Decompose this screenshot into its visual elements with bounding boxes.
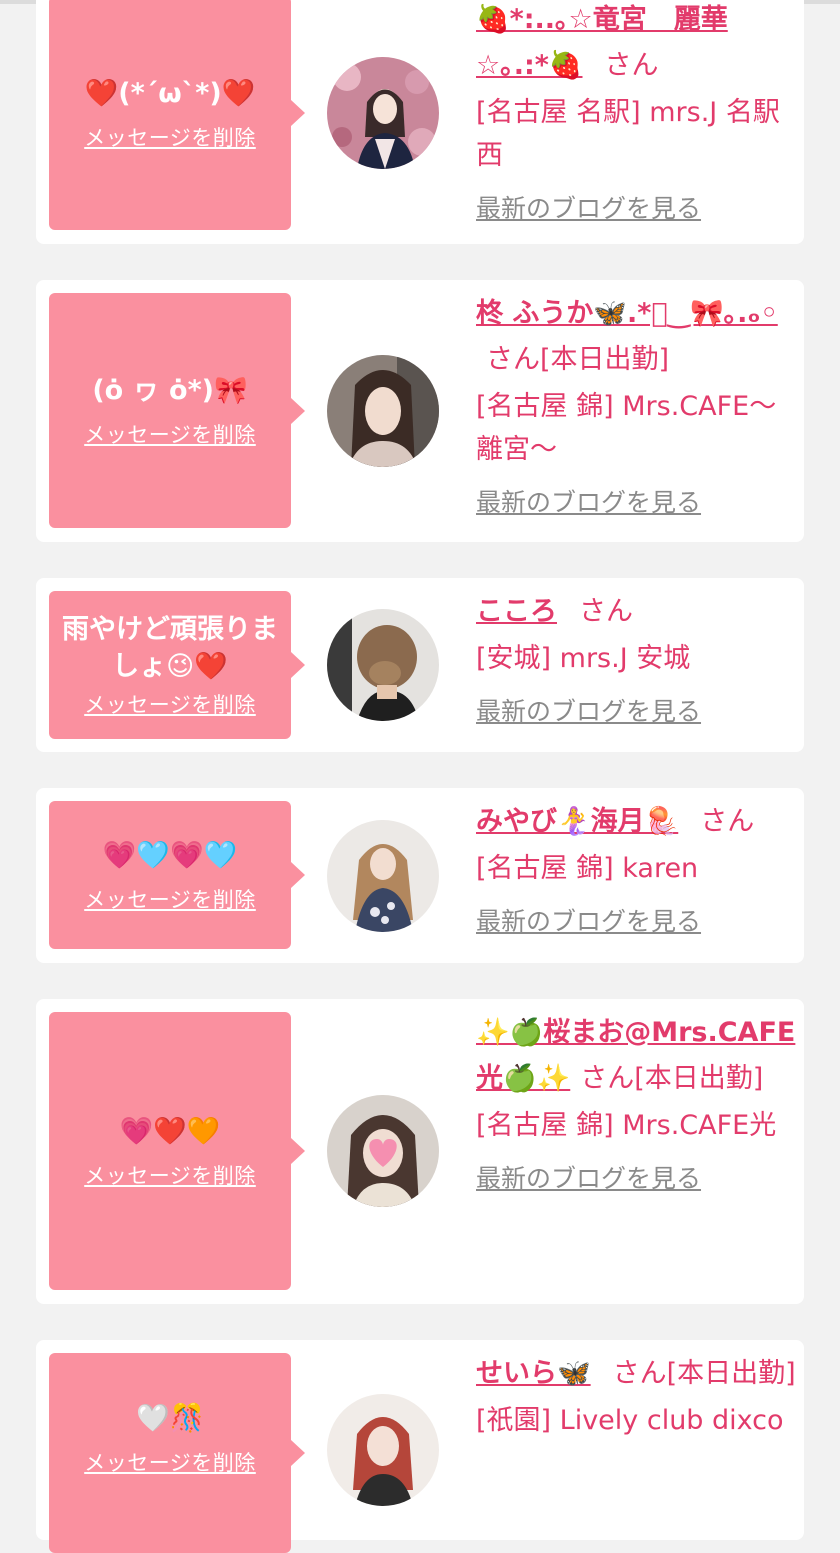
honorific: さん[本日出勤] [580, 1063, 764, 1094]
shop-label: [名古屋 錦] Mrs.CAFE〜離宮〜 [476, 391, 777, 465]
cast-name-line: 🍓*:..｡☆竜宮 麗華☆｡.:*🍓 さん [476, 0, 796, 89]
delete-message-link[interactable]: メッセージを削除 [84, 1447, 256, 1477]
latest-blog-link[interactable]: 最新のブログを見る [476, 692, 701, 728]
favorite-card: 💗🩵💗🩵 メッセージを削除 みやび🧜‍♀️海月🪼 さん [名古屋 錦] karen… [36, 788, 804, 963]
cast-info: 柊 ふうか🦋.*ﾟ‿🎀｡.ₒ◦ さん[本日出勤] [名古屋 錦] Mrs.CAFE… [476, 291, 796, 519]
cast-name-link[interactable]: 柊 ふうか🦋.*ﾟ‿🎀｡.ₒ◦ [476, 298, 778, 329]
avatar[interactable] [327, 820, 439, 932]
shop-label: [祇園] Lively club dixco [476, 1405, 784, 1436]
message-text: 雨やけど頑張りましょ😉❤️ [62, 614, 278, 682]
favorite-card: 🤍🎊 メッセージを削除 せいら🦋 さん[本日出勤] [祇園] Lively clu… [36, 1340, 804, 1553]
latest-blog-link[interactable]: 最新のブログを見る [476, 902, 701, 938]
cast-name-link[interactable]: みやび🧜‍♀️海月🪼 [476, 806, 678, 837]
cast-name-line: こころ さん [476, 589, 796, 635]
message-bubble: ❤️(*´ω`*)❤️ メッセージを削除 [49, 0, 305, 230]
message-text: 💗🩵💗🩵 [102, 839, 238, 871]
cast-info: 🍓*:..｡☆竜宮 麗華☆｡.:*🍓 さん [名古屋 名駅] mrs.J 名駅西 … [476, 0, 796, 225]
message-text: ❤️(*´ω`*)❤️ [84, 77, 256, 109]
latest-blog-link[interactable]: 最新のブログを見る [476, 189, 701, 225]
avatar[interactable] [327, 1095, 439, 1207]
message-bubble: (ȯ ヮ ȯ*)🎀 メッセージを削除 [49, 293, 305, 528]
message-bubble: 💗🩵💗🩵 メッセージを削除 [49, 801, 305, 949]
avatar[interactable] [327, 1394, 439, 1506]
shop-label: [名古屋 錦] Mrs.CAFE光 [476, 1110, 777, 1141]
message-bubble: 💗❤️🧡 メッセージを削除 [49, 1012, 305, 1290]
honorific: さん [579, 596, 633, 627]
latest-blog-link[interactable]: 最新のブログを見る [476, 483, 701, 519]
cast-name-link[interactable]: こころ [476, 596, 557, 627]
cast-info: ✨🍏桜まお@Mrs.CAFE光🍏✨ さん[本日出勤] [名古屋 錦] Mrs.CA… [476, 1010, 796, 1195]
delete-message-link[interactable]: メッセージを削除 [84, 689, 256, 719]
avatar[interactable] [327, 355, 439, 467]
delete-message-link[interactable]: メッセージを削除 [84, 419, 256, 449]
cast-info: こころ さん [安城] mrs.J 安城 最新のブログを見る [476, 589, 796, 728]
cast-name-link[interactable]: せいら🦋 [476, 1358, 591, 1389]
avatar[interactable] [327, 609, 439, 721]
favorite-card: 💗❤️🧡 メッセージを削除 ✨🍏桜まお@Mrs.CAFE光🍏✨ さん[本日出勤] … [36, 999, 804, 1304]
cast-name-line: ✨🍏桜まお@Mrs.CAFE光🍏✨ さん[本日出勤] [476, 1010, 796, 1102]
message-bubble: 雨やけど頑張りましょ😉❤️ メッセージを削除 [49, 591, 305, 739]
delete-message-link[interactable]: メッセージを削除 [84, 884, 256, 914]
shop-label: [安城] mrs.J 安城 [476, 643, 691, 674]
honorific: さん [700, 806, 755, 837]
avatar[interactable] [327, 57, 439, 169]
honorific: さん [604, 50, 659, 81]
cast-name-link[interactable]: 🍓*:..｡☆竜宮 麗華☆｡.:*🍓 [476, 4, 728, 81]
message-text: (ȯ ヮ ȯ*)🎀 [92, 375, 248, 406]
delete-message-link[interactable]: メッセージを削除 [84, 122, 256, 152]
cast-name-line: 柊 ふうか🦋.*ﾟ‿🎀｡.ₒ◦ さん[本日出勤] [476, 291, 796, 383]
message-bubble: 🤍🎊 メッセージを削除 [49, 1353, 305, 1553]
honorific: さん[本日出勤] [612, 1358, 796, 1389]
latest-blog-link[interactable]: 最新のブログを見る [476, 1159, 701, 1195]
cast-info: みやび🧜‍♀️海月🪼 さん [名古屋 錦] karen 最新のブログを見る [476, 799, 796, 938]
shop-label: [名古屋 錦] karen [476, 853, 699, 884]
cast-info: せいら🦋 さん[本日出勤] [祇園] Lively club dixco [476, 1351, 796, 1442]
message-text: 💗❤️🧡 [119, 1115, 221, 1147]
favorite-card: 雨やけど頑張りましょ😉❤️ メッセージを削除 こころ さん [安城] mrs.J … [36, 578, 804, 752]
favorite-card: (ȯ ヮ ȯ*)🎀 メッセージを削除 柊 ふうか🦋.*ﾟ‿🎀｡.ₒ◦ さん[本日出… [36, 280, 804, 542]
favorite-card: ❤️(*´ω`*)❤️ メッセージを削除 🍓*:..｡☆竜宮 麗華☆｡.:*🍓 さ… [36, 0, 804, 244]
delete-message-link[interactable]: メッセージを削除 [84, 1160, 256, 1190]
cast-name-line: みやび🧜‍♀️海月🪼 さん [476, 799, 796, 845]
shop-label: [名古屋 名駅] mrs.J 名駅西 [476, 97, 780, 171]
honorific: さん[本日出勤] [486, 344, 670, 375]
cast-name-line: せいら🦋 さん[本日出勤] [476, 1351, 796, 1397]
message-text: 🤍🎊 [136, 1402, 204, 1434]
